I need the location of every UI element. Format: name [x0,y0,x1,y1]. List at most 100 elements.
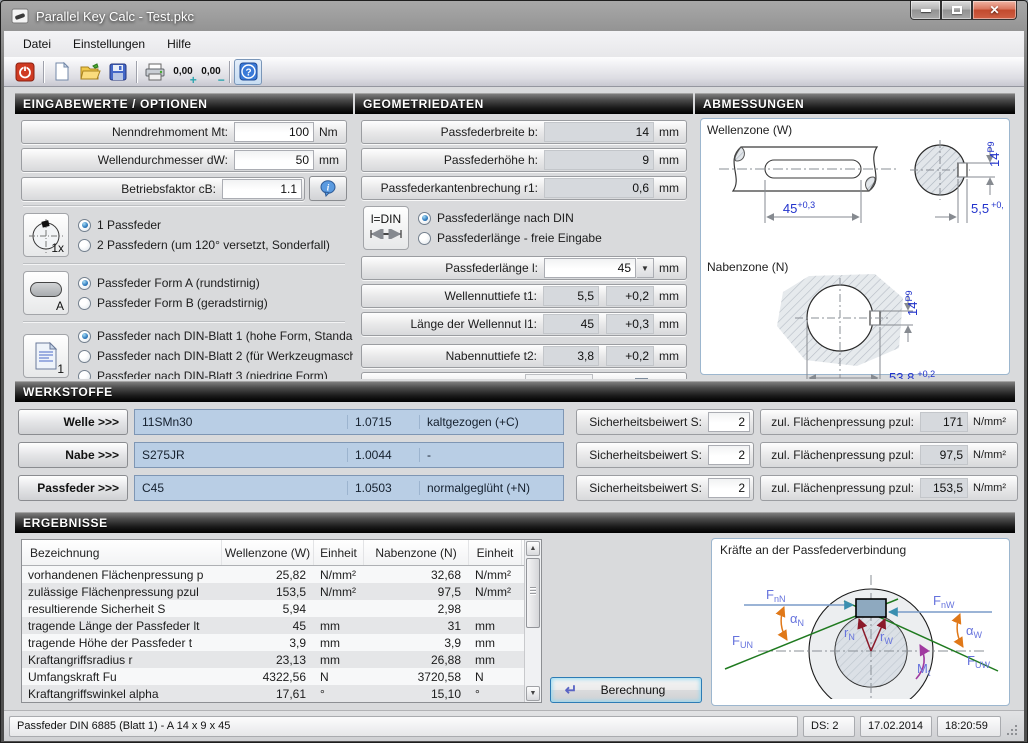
flaechenpressung-row: zul. Flächenpressung pzul: 97,5 N/mm² [760,442,1018,468]
title-bar: Parallel Key Calc - Test.pkc ✕ [1,1,1027,31]
passfederlaenge-label: Passfederlänge l: [364,261,544,275]
radio-icon [418,232,431,245]
maximize-icon [952,6,962,14]
nenndrehmoment-input[interactable]: 100 [234,122,314,142]
open-file-button[interactable] [76,59,104,85]
toolbar-separator [229,61,230,83]
sicherheitsbeiwert-input[interactable]: 2 [708,445,750,465]
help-button[interactable]: ? [234,59,262,85]
maximize-button[interactable] [941,1,972,20]
radio-1-passfeder[interactable]: 1 Passfeder [78,218,330,232]
svg-text:53,8+0,2: 53,8+0,2 [889,369,935,379]
svg-text:14P9: 14P9 [904,291,920,316]
print-button[interactable] [141,59,169,85]
wellennuttiefe-label: Wellennuttiefe t1: [364,289,543,303]
wellenzone-label: Wellenzone (W) [707,123,1003,137]
info-button[interactable]: i [309,176,347,201]
sicherheitsbeiwert-row: Sicherheitsbeiwert S: 2 [576,475,754,501]
material-fields: S275JR 1.0044 - [134,442,564,468]
resize-grip[interactable] [1006,719,1019,733]
info-icon: i [320,180,336,197]
scroll-down-icon[interactable]: ▼ [526,686,540,701]
chevron-down-icon[interactable]: ▼ [637,258,654,278]
svg-text:FnW: FnW [933,593,955,610]
wellendurchmesser-label: Wellendurchmesser dW: [24,153,234,167]
table-row: vorhandenen Flächenpressung p25,82N/mm²3… [22,566,524,583]
key-count-group: 1x 1 Passfeder 2 Passfedern (um 120° ver… [21,211,347,259]
wellennuttiefe-tol: +0,2 [606,286,654,306]
radio-laenge-frei[interactable]: Passfederlänge - freie Eingabe [418,231,602,245]
radio-laenge-din[interactable]: Passfederlänge nach DIN [418,211,602,225]
menu-hilfe[interactable]: Hilfe [156,33,202,55]
radio-form-b[interactable]: Passfeder Form B (geradstirnig) [78,296,268,310]
menu-datei[interactable]: Datei [12,33,62,55]
minimize-button[interactable] [910,1,941,20]
exit-icon [15,62,35,82]
sicherheitsbeiwert-input[interactable]: 2 [708,478,750,498]
wellennut-laenge-tol: +0,3 [606,314,654,334]
flaechenpressung-row: zul. Flächenpressung pzul: 153,5 N/mm² [760,475,1018,501]
material-number: 1.0044 [347,448,419,462]
nenndrehmoment-label: Nenndrehmoment Mt: [24,125,234,139]
toolbar: 0,00+ 0,00− ? [4,57,1024,87]
radio-din-blatt-3[interactable]: Passfeder nach DIN-Blatt 3 (niedrige For… [78,369,353,379]
save-file-button[interactable] [104,59,132,85]
passfederlaenge-select[interactable]: 45 [544,258,636,278]
berechnung-button[interactable]: ↵ Berechnung [550,677,702,703]
decimals-decrease-button[interactable]: 0,00− [197,59,225,85]
material-fields: 11SMn30 1.0715 kaltgezogen (+C) [134,409,564,435]
panel-abmessungen: ABMESSUNGEN Wellenzone (W) 45+0,3 [695,93,1015,379]
passfeder-material-button[interactable]: Passfeder >>> [18,475,128,501]
material-treatment: - [419,448,563,462]
new-file-button[interactable] [48,59,76,85]
welle-material-button[interactable]: Welle >>> [18,409,128,435]
wellendurchmesser-input[interactable]: 50 [234,150,314,170]
table-scrollbar[interactable]: ▲ ▼ [524,540,541,702]
radio-din-blatt-1[interactable]: Passfeder nach DIN-Blatt 1 (hohe Form, S… [78,329,353,343]
scrollbar-thumb[interactable] [526,558,540,628]
betriebsfaktor-input[interactable]: 1.1 [222,179,302,199]
forces-diagram: FnN FnW FUN FUW αN αW rN rW Mt [720,557,1003,699]
wellenzone-drawing: 45+0,3 14P9 5,5+0,2 [707,137,1003,255]
radio-icon [78,330,91,343]
results-table: Bezeichnung Wellenzone (W) Einheit Naben… [21,539,542,703]
radio-din-blatt-2[interactable]: Passfeder nach DIN-Blatt 2 (für Werkzeug… [78,349,353,363]
radio-icon [78,370,91,380]
toolbar-separator [136,61,137,83]
kantenbrechung-value: 0,6 [544,178,654,198]
nabennuttiefe-label: Nabennuttiefe t2: [364,349,543,363]
open-file-icon [80,63,101,81]
field-row: Passfederbreite b: 14 mm [361,120,687,144]
passfederbreite-label: Passfederbreite b: [364,125,544,139]
betriebsfaktor-label: Betriebsfaktor cB: [24,182,222,196]
exit-button[interactable] [11,59,39,85]
scroll-up-icon[interactable]: ▲ [526,541,540,556]
radio-2-passfedern[interactable]: 2 Passfedern (um 120° versetzt, Sonderfa… [78,238,330,252]
nabe-material-button[interactable]: Nabe >>> [18,442,128,468]
svg-text:FnN: FnN [766,587,785,604]
key-count-icon: 1x [23,213,69,257]
menu-einstellungen[interactable]: Einstellungen [62,33,156,55]
section-header-ergebnisse: ERGEBNISSE [15,512,1015,533]
app-icon [11,8,29,24]
passfederhoehe-value: 9 [544,150,654,170]
auto-checkbox[interactable] [635,378,648,380]
kantenbrechung-label: Passfederkantenbrechung r1: [364,181,544,195]
minimize-icon [921,9,931,12]
nabenzone-drawing: 14P9 53,8+0,2 [707,274,1003,379]
radio-form-a[interactable]: Passfeder Form A (rundstirnig) [78,276,268,290]
passfederbreite-value: 14 [544,122,654,142]
radio-icon [78,239,91,252]
sicherheitsbeiwert-row: Sicherheitsbeiwert S: 2 [576,442,754,468]
nabennuttiefe-value: 3,8 [543,346,599,366]
sicherheitsbeiwert-input[interactable]: 2 [708,412,750,432]
field-row: Wellennuttiefe t1: 5,5 +0,2 mm [361,284,687,308]
radio-icon [78,219,91,232]
decimals-increase-button[interactable]: 0,00+ [169,59,197,85]
close-button[interactable]: ✕ [972,1,1017,20]
field-row: Nabennuttiefe t2: 3,8 +0,2 mm [361,344,687,368]
key-form-icon: A [23,271,69,315]
status-bar: Passfeder DIN 6885 (Blatt 1) - A 14 x 9 … [4,710,1024,741]
svg-text:αW: αW [966,623,983,640]
divider [23,321,345,323]
